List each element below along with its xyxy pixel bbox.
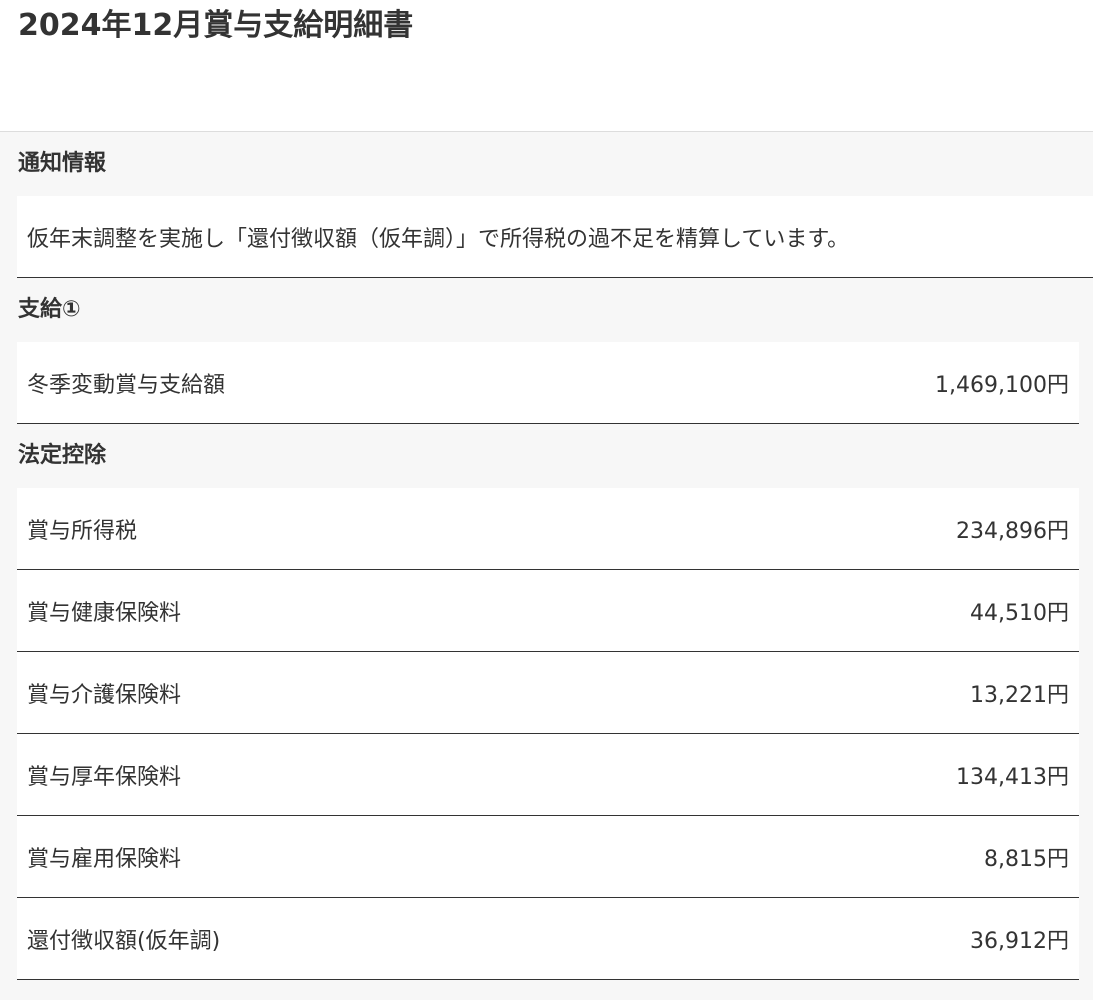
deduction-value: 8,815円 — [984, 846, 1069, 872]
deduction-row-health-insurance: 賞与健康保険料 44,510円 — [17, 570, 1079, 652]
page-header: 2024年12月賞与支給明細書 — [0, 0, 1093, 132]
notice-section-title: 通知情報 — [18, 151, 107, 176]
payment-value: 1,469,100円 — [935, 372, 1069, 398]
deduction-row-income-tax: 賞与所得税 234,896円 — [17, 488, 1079, 570]
payment-label: 冬季変動賞与支給額 — [27, 372, 226, 398]
payments-section-title: 支給① — [18, 297, 81, 322]
deduction-row-care-insurance: 賞与介護保険料 13,221円 — [17, 652, 1079, 734]
deduction-label: 賞与健康保険料 — [27, 600, 182, 626]
page-title: 2024年12月賞与支給明細書 — [18, 8, 414, 43]
deductions-section-title: 法定控除 — [18, 443, 107, 468]
payslip-content: 通知情報 仮年末調整を実施し「還付徴収額（仮年調）」で所得税の過不足を精算してい… — [0, 132, 1093, 1000]
deduction-label: 還付徴収額(仮年調) — [27, 928, 221, 954]
deduction-value: 134,413円 — [956, 764, 1069, 790]
deduction-row-employment-insurance: 賞与雇用保険料 8,815円 — [17, 816, 1079, 898]
deduction-row-pension-insurance: 賞与厚年保険料 134,413円 — [17, 734, 1079, 816]
deduction-value: 36,912円 — [970, 928, 1069, 954]
notice-box: 仮年末調整を実施し「還付徴収額（仮年調）」で所得税の過不足を精算しています。 — [17, 196, 1093, 278]
payment-row: 冬季変動賞与支給額 1,469,100円 — [17, 342, 1079, 424]
notice-text: 仮年末調整を実施し「還付徴収額（仮年調）」で所得税の過不足を精算しています。 — [27, 226, 850, 252]
deduction-value: 13,221円 — [970, 682, 1069, 708]
deduction-value: 234,896円 — [956, 518, 1069, 544]
deduction-label: 賞与所得税 — [27, 518, 138, 544]
deduction-label: 賞与介護保険料 — [27, 682, 182, 708]
deduction-row-year-end-adjustment: 還付徴収額(仮年調) 36,912円 — [17, 898, 1079, 980]
deduction-label: 賞与雇用保険料 — [27, 846, 182, 872]
deduction-label: 賞与厚年保険料 — [27, 764, 182, 790]
deduction-value: 44,510円 — [970, 600, 1069, 626]
